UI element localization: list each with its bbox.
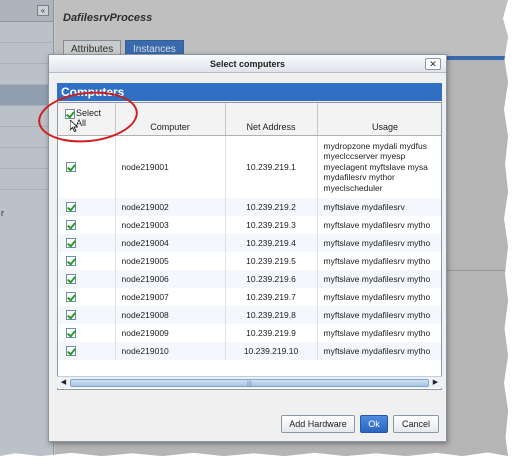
- usage-line: myeclccserver myesp: [323, 151, 406, 161]
- row-checkbox[interactable]: [66, 274, 76, 285]
- row-checkbox[interactable]: [66, 328, 76, 339]
- table-row[interactable]: node219009 10.239.219.9 myftslave mydafi…: [58, 324, 441, 342]
- usage-cell: myftslave mydafilesrv mytho: [317, 324, 441, 342]
- screenshot-frame: « r DafilesrvProcess Attributes Instance…: [0, 0, 508, 456]
- usage-line: myeclscheduler: [323, 182, 383, 193]
- dialog-header: Select computers ✕: [49, 55, 446, 73]
- computer-cell: node219007: [115, 288, 226, 306]
- net-address-cell: 10.239.219.5: [225, 252, 318, 270]
- row-checkbox[interactable]: [66, 220, 76, 231]
- usage-cell: myftslave mydafilesrv mytho: [317, 270, 441, 288]
- row-checkbox[interactable]: [66, 162, 76, 173]
- scroll-left-icon[interactable]: ◀: [58, 378, 69, 388]
- grip-icon: |||: [247, 381, 252, 387]
- net-address-cell: 10.239.219.3: [225, 216, 318, 234]
- net-address-cell: 10.239.219.10: [225, 342, 318, 360]
- net-address-cell: 10.239.219.6: [225, 270, 318, 288]
- table-row[interactable]: node219006 10.239.219.6 myftslave mydafi…: [58, 270, 441, 288]
- row-checkbox[interactable]: [66, 202, 76, 213]
- net-address-cell: 10.239.219.4: [225, 234, 318, 252]
- usage-cell: mydropzone mydali mydfus myeclccserver my…: [317, 135, 441, 198]
- net-address-cell: 10.239.219.9: [225, 324, 318, 342]
- table-row[interactable]: node219008 10.239.219.8 myftslave mydafi…: [58, 306, 441, 324]
- add-hardware-button[interactable]: Add Hardware: [281, 415, 355, 433]
- usage-cell: myftslave mydafilesrv mytho: [317, 216, 441, 234]
- net-address-cell: 10.239.219.1: [225, 135, 318, 198]
- close-icon[interactable]: ✕: [425, 58, 441, 70]
- usage-line: mydropzone mydali mydfus: [323, 140, 427, 151]
- row-checkbox[interactable]: [66, 346, 76, 357]
- computer-cell: node219003: [115, 216, 226, 234]
- computer-cell: node219006: [115, 270, 226, 288]
- table-row[interactable]: node219010 10.239.219.10 myftslave mydaf…: [58, 342, 441, 360]
- table-row[interactable]: node219003 10.239.219.3 myftslave mydafi…: [58, 216, 441, 234]
- computer-cell: node219005: [115, 252, 226, 270]
- usage-cell: myftslave mydafilesrv mytho: [317, 234, 441, 252]
- table-row[interactable]: node219005 10.239.219.5 myftslave mydafi…: [58, 252, 441, 270]
- computer-cell: node219010: [115, 342, 226, 360]
- computer-cell: node219001: [115, 135, 226, 198]
- computer-cell: node219008: [115, 306, 226, 324]
- table-row[interactable]: node219007 10.239.219.7 myftslave mydafi…: [58, 288, 441, 306]
- usage-cell: myftslave mydafilesrv mytho: [317, 252, 441, 270]
- scroll-right-icon[interactable]: ▶: [430, 378, 441, 388]
- row-checkbox[interactable]: [66, 238, 76, 249]
- horizontal-scrollbar[interactable]: ◀ ||| ▶: [57, 376, 442, 388]
- scrollbar-thumb[interactable]: |||: [70, 379, 429, 387]
- cancel-button[interactable]: Cancel: [393, 415, 439, 433]
- usage-line: mydafilesrv mythor: [323, 172, 395, 182]
- dialog-title: Select computers: [209, 59, 286, 69]
- table-row[interactable]: node219004 10.239.219.4 myftslave mydafi…: [58, 234, 441, 252]
- row-checkbox[interactable]: [66, 310, 76, 321]
- usage-line: myeclagent myftslave mysa: [323, 161, 428, 172]
- usage-cell: myftslave mydafilesrv mytho: [317, 288, 441, 306]
- column-header-net-address[interactable]: Net Address: [225, 103, 318, 136]
- row-checkbox[interactable]: [66, 256, 76, 267]
- net-address-cell: 10.239.219.8: [225, 306, 318, 324]
- net-address-cell: 10.239.219.7: [225, 288, 318, 306]
- column-header-usage[interactable]: Usage: [317, 103, 441, 136]
- computers-grid: Select All Computer Net Address Usage nod…: [57, 102, 442, 390]
- usage-cell: myftslave mydafilesrv mytho: [317, 342, 441, 360]
- table-row[interactable]: node219002 10.239.219.2 myftslave mydafi…: [58, 198, 441, 216]
- computer-cell: node219009: [115, 324, 226, 342]
- table-row[interactable]: node219001 10.239.219.1 mydropzone mydal…: [58, 135, 441, 198]
- row-checkbox[interactable]: [66, 292, 76, 303]
- computer-cell: node219002: [115, 198, 226, 216]
- usage-cell: myftslave mydafilesrv: [317, 198, 441, 216]
- ok-button[interactable]: Ok: [360, 415, 388, 433]
- net-address-cell: 10.239.219.2: [225, 198, 318, 216]
- computers-table: Select All Computer Net Address Usage nod…: [58, 103, 441, 360]
- usage-cell: myftslave mydafilesrv mytho: [317, 306, 441, 324]
- computer-cell: node219004: [115, 234, 226, 252]
